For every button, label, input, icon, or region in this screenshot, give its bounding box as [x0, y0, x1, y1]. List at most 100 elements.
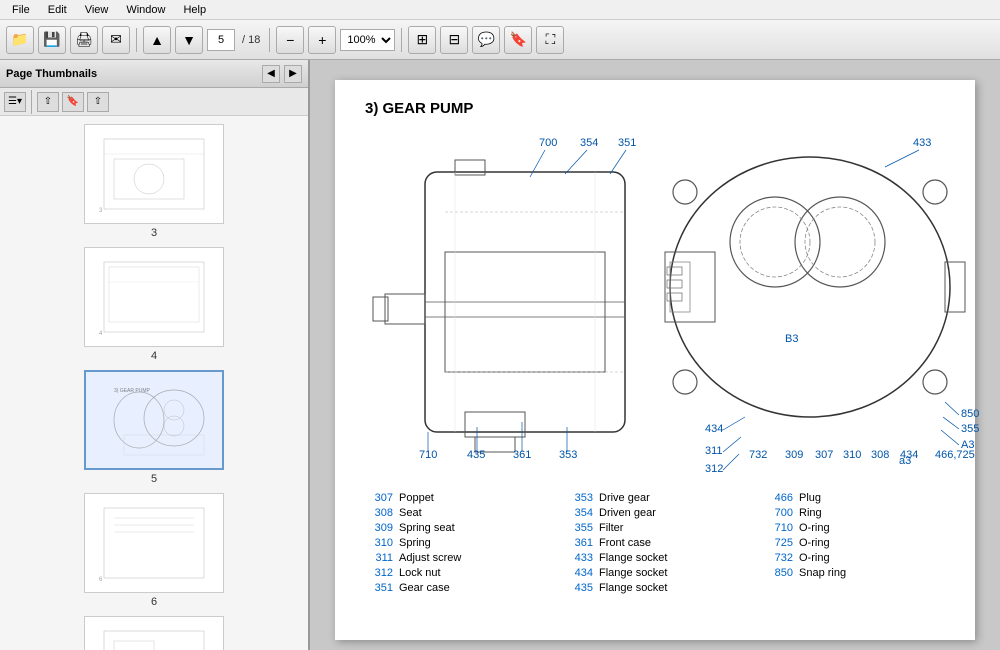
svg-text:355: 355	[961, 423, 979, 435]
parts-list: 307 Poppet 308 Seat 309 Spring seat 310 …	[365, 492, 945, 594]
part-num-725: 725	[765, 537, 793, 549]
part-row-433: 433 Flange socket	[565, 552, 745, 564]
svg-text:311: 311	[705, 445, 723, 457]
part-name-310: Spring	[399, 537, 431, 549]
thumbnail-6-box[interactable]: 6	[84, 493, 224, 593]
sidebar: Page Thumbnails ◀ ▶ ☰▾ ⇧ 🔖 ⇧ 3	[0, 60, 310, 650]
svg-text:309: 309	[785, 449, 803, 461]
next-page-button[interactable]: ▼	[175, 26, 203, 54]
part-row-435: 435 Flange socket	[565, 582, 745, 594]
part-num-700: 700	[765, 507, 793, 519]
part-row-353: 353 Drive gear	[565, 492, 745, 504]
part-name-732: O-ring	[799, 552, 830, 564]
fullscreen-button[interactable]: ⛶	[536, 26, 564, 54]
svg-text:466,725: 466,725	[935, 449, 975, 461]
thumbnail-3[interactable]: 3 3	[8, 124, 300, 239]
thumbnail-4[interactable]: 4 4	[8, 247, 300, 362]
part-name-710: O-ring	[799, 522, 830, 534]
part-num-308: 308	[365, 507, 393, 519]
svg-text:732: 732	[749, 449, 767, 461]
svg-text:351: 351	[618, 137, 636, 149]
part-num-466: 466	[765, 492, 793, 504]
diagram-area: 700 354 351 433 B3 434 311 312	[365, 132, 945, 472]
part-num-307: 307	[365, 492, 393, 504]
open-button[interactable]: 📁	[6, 26, 34, 54]
sidebar-bookmark-button[interactable]: 🔖	[62, 92, 84, 112]
thumbnail-5[interactable]: 3) GEAR PUMP 5	[8, 370, 300, 485]
part-num-732: 732	[765, 552, 793, 564]
svg-text:308: 308	[871, 449, 889, 461]
part-row-700: 700 Ring	[765, 507, 945, 519]
menu-file[interactable]: File	[4, 2, 38, 18]
sidebar-collapse-button[interactable]: ◀	[262, 65, 280, 83]
svg-text:434: 434	[900, 449, 918, 461]
zoom-select[interactable]: 100% 75% 125% 150%	[340, 29, 395, 51]
print-button[interactable]: 🖨	[70, 26, 98, 54]
svg-text:310: 310	[843, 449, 861, 461]
tool-sep	[31, 90, 32, 114]
part-row-732: 732 O-ring	[765, 552, 945, 564]
thumbnail-6[interactable]: 6 6	[8, 493, 300, 608]
svg-text:6: 6	[99, 577, 103, 583]
comment-button[interactable]: 💬	[472, 26, 500, 54]
sidebar-expand-button[interactable]: ▶	[284, 65, 302, 83]
svg-text:354: 354	[580, 137, 598, 149]
thumbnail-3-box[interactable]: 3	[84, 124, 224, 224]
email-button[interactable]: ✉	[102, 26, 130, 54]
svg-text:700: 700	[539, 137, 557, 149]
thumbnail-7-box[interactable]: 7	[84, 616, 224, 650]
part-row-311: 311 Adjust screw	[365, 552, 545, 564]
separator	[136, 28, 137, 52]
part-row-308: 308 Seat	[365, 507, 545, 519]
part-num-710: 710	[765, 522, 793, 534]
parts-col-2: 353 Drive gear 354 Driven gear 355 Filte…	[565, 492, 745, 594]
sidebar-tool-2[interactable]: ⇧	[87, 92, 109, 112]
part-name-354: Driven gear	[599, 507, 656, 519]
page-input[interactable]	[207, 29, 235, 51]
svg-text:4: 4	[99, 331, 103, 337]
thumbnail-4-label: 4	[151, 350, 157, 362]
save-button[interactable]: 💾	[38, 26, 66, 54]
part-row-850: 850 Snap ring	[765, 567, 945, 579]
part-row-361: 361 Front case	[565, 537, 745, 549]
part-name-361: Front case	[599, 537, 651, 549]
part-name-308: Seat	[399, 507, 422, 519]
part-row-434: 434 Flange socket	[565, 567, 745, 579]
thumbnail-4-box[interactable]: 4	[84, 247, 224, 347]
svg-text:307: 307	[815, 449, 833, 461]
thumbnail-5-box[interactable]: 3) GEAR PUMP	[84, 370, 224, 470]
sidebar-header: Page Thumbnails ◀ ▶	[0, 60, 308, 88]
separator3	[401, 28, 402, 52]
part-num-354: 354	[565, 507, 593, 519]
part-name-355: Filter	[599, 522, 623, 534]
zoom-out-button[interactable]: −	[276, 26, 304, 54]
part-name-307: Poppet	[399, 492, 434, 504]
menu-window[interactable]: Window	[118, 2, 173, 18]
zoom-in-button[interactable]: +	[308, 26, 336, 54]
part-num-309: 309	[365, 522, 393, 534]
part-name-351: Gear case	[399, 582, 450, 594]
menu-help[interactable]: Help	[175, 2, 214, 18]
part-name-700: Ring	[799, 507, 822, 519]
sidebar-tools: ☰▾ ⇧ 🔖 ⇧	[0, 88, 308, 116]
fit-page-button[interactable]: ⊞	[408, 26, 436, 54]
part-row-307: 307 Poppet	[365, 492, 545, 504]
sidebar-tool-1[interactable]: ⇧	[37, 92, 59, 112]
menu-view[interactable]: View	[77, 2, 117, 18]
fit-width-button[interactable]: ⊟	[440, 26, 468, 54]
thumbnail-7[interactable]: 7 7	[8, 616, 300, 650]
toolbar: 📁 💾 🖨 ✉ ▲ ▼ / 18 − + 100% 75% 125% 150% …	[0, 20, 1000, 60]
bookmark-button[interactable]: 🔖	[504, 26, 532, 54]
menu-edit[interactable]: Edit	[40, 2, 75, 18]
part-row-466: 466 Plug	[765, 492, 945, 504]
page-total: / 18	[239, 34, 263, 46]
content-area[interactable]: 3) GEAR PUMP	[310, 60, 1000, 650]
thumbnail-view-button[interactable]: ☰▾	[4, 92, 26, 112]
main-layout: Page Thumbnails ◀ ▶ ☰▾ ⇧ 🔖 ⇧ 3	[0, 60, 1000, 650]
part-row-310: 310 Spring	[365, 537, 545, 549]
part-row-312: 312 Lock nut	[365, 567, 545, 579]
thumbnails-panel[interactable]: 3 3 4 4	[0, 116, 308, 650]
part-num-311: 311	[365, 552, 393, 564]
part-num-353: 353	[565, 492, 593, 504]
prev-page-button[interactable]: ▲	[143, 26, 171, 54]
